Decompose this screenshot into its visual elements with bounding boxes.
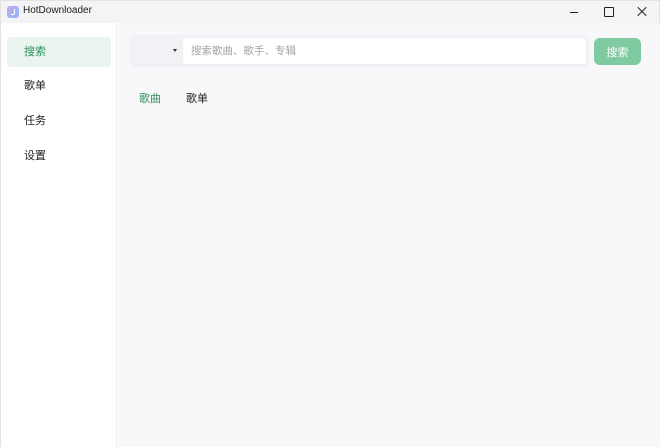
app-window: HotDownloader 搜索 歌单 任务 设置 搜索 歌曲 歌单 [0,0,660,447]
sidebar-item-label: 歌单 [24,79,46,92]
sidebar-item-playlists[interactable]: 歌单 [7,71,111,101]
sidebar-item-label: 设置 [24,149,46,162]
sidebar-item-settings[interactable]: 设置 [7,141,111,171]
search-input[interactable] [183,38,586,64]
tab-songs[interactable]: 歌曲 [139,90,161,106]
minimize-icon[interactable] [557,1,591,23]
tab-playlists[interactable]: 歌单 [186,90,208,106]
caret-down-icon [173,49,177,52]
title-bar[interactable]: HotDownloader [1,1,659,23]
search-type-select[interactable] [129,35,183,67]
search-button[interactable]: 搜索 [594,38,641,65]
sidebar-item-label: 搜索 [24,45,46,58]
close-icon[interactable] [625,1,659,23]
sidebar-item-search[interactable]: 搜索 [7,37,111,67]
window-title: HotDownloader [23,5,92,16]
sidebar: 搜索 歌单 任务 设置 [1,23,117,447]
sidebar-item-label: 任务 [24,114,46,127]
sidebar-item-tasks[interactable]: 任务 [7,106,111,136]
maximize-icon[interactable] [591,1,625,23]
search-bar [129,35,589,67]
app-logo-icon [7,6,19,18]
main-panel: 搜索 歌曲 歌单 [118,23,660,447]
